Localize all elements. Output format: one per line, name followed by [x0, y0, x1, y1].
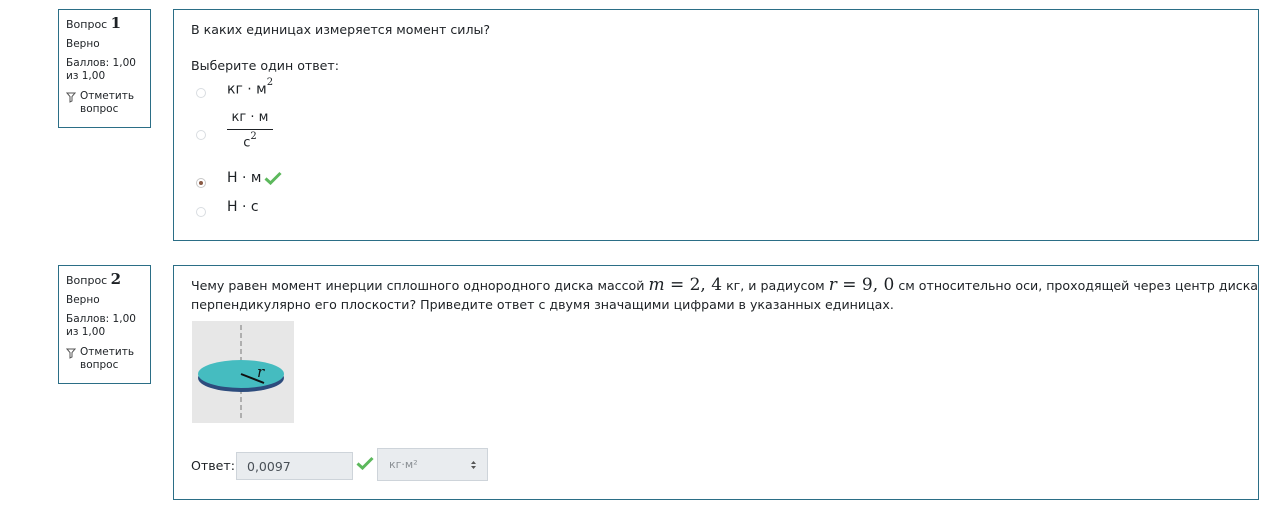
- option-label: Н · с: [227, 199, 259, 215]
- flag-icon: [66, 92, 76, 103]
- math-eq-m: = 2, 4: [664, 275, 723, 295]
- radio-button[interactable]: [196, 88, 206, 98]
- math-var-m: m: [648, 275, 665, 295]
- question-number: Вопрос 2: [66, 270, 122, 288]
- question-text: В каких единицах измеряется момент силы?: [191, 22, 491, 37]
- select-arrows-icon: [471, 461, 476, 469]
- math-eq-r: = 9, 0: [836, 275, 895, 295]
- radio-button[interactable]: [196, 207, 206, 217]
- flag-label: Отметить вопрос: [80, 90, 135, 115]
- question-grade: Баллов: 1,00 из 1,00: [66, 313, 136, 338]
- answer-option-4[interactable]: Н · с: [196, 199, 259, 217]
- flag-label: Отметить вопрос: [80, 346, 135, 371]
- answer-label: Ответ:: [191, 458, 235, 473]
- unit-select-value: кг·м²: [389, 458, 418, 471]
- flag-question-button[interactable]: Отметить вопрос: [66, 346, 143, 372]
- fraction-denominator: с2: [243, 131, 257, 151]
- answer-option-2[interactable]: кг · м с2: [196, 110, 273, 150]
- question-2-content: Чему равен момент инерции сплошного одно…: [173, 265, 1259, 500]
- answer-option-3[interactable]: Н · м: [196, 170, 283, 188]
- option-label: Н · м: [227, 170, 262, 186]
- radio-button-selected[interactable]: [196, 178, 206, 188]
- radius-label: r: [257, 363, 265, 381]
- question-grade: Баллов: 1,00 из 1,00: [66, 57, 136, 82]
- option-label: кг · м: [227, 81, 267, 98]
- option-exponent: 2: [266, 77, 274, 88]
- answer-option-1[interactable]: кг · м2: [196, 77, 273, 98]
- flag-icon: [66, 348, 76, 359]
- flag-question-button[interactable]: Отметить вопрос: [66, 90, 143, 116]
- radio-button[interactable]: [196, 130, 206, 140]
- question-state: Верно: [66, 294, 100, 306]
- question-text: Чему равен момент инерции сплошного одно…: [191, 275, 1259, 313]
- unit-select[interactable]: кг·м²: [377, 448, 488, 481]
- correct-check-icon: [356, 456, 374, 470]
- answer-input[interactable]: 0,0097: [236, 452, 353, 480]
- question-2-info: Вопрос 2 Верно Баллов: 1,00 из 1,00 Отме…: [58, 265, 151, 384]
- fraction-numerator: кг · м: [227, 110, 273, 130]
- disk-figure: r: [192, 321, 294, 423]
- question-number: Вопрос 1: [66, 14, 122, 32]
- question-state: Верно: [66, 38, 100, 50]
- question-1-content: В каких единицах измеряется момент силы?…: [173, 9, 1259, 241]
- fraction: кг · м с2: [227, 110, 273, 150]
- math-var-r: r: [828, 275, 837, 295]
- answer-prompt: Выберите один ответ:: [191, 58, 339, 73]
- question-1-info: Вопрос 1 Верно Баллов: 1,00 из 1,00 Отме…: [58, 9, 151, 128]
- correct-check-icon: [264, 171, 283, 185]
